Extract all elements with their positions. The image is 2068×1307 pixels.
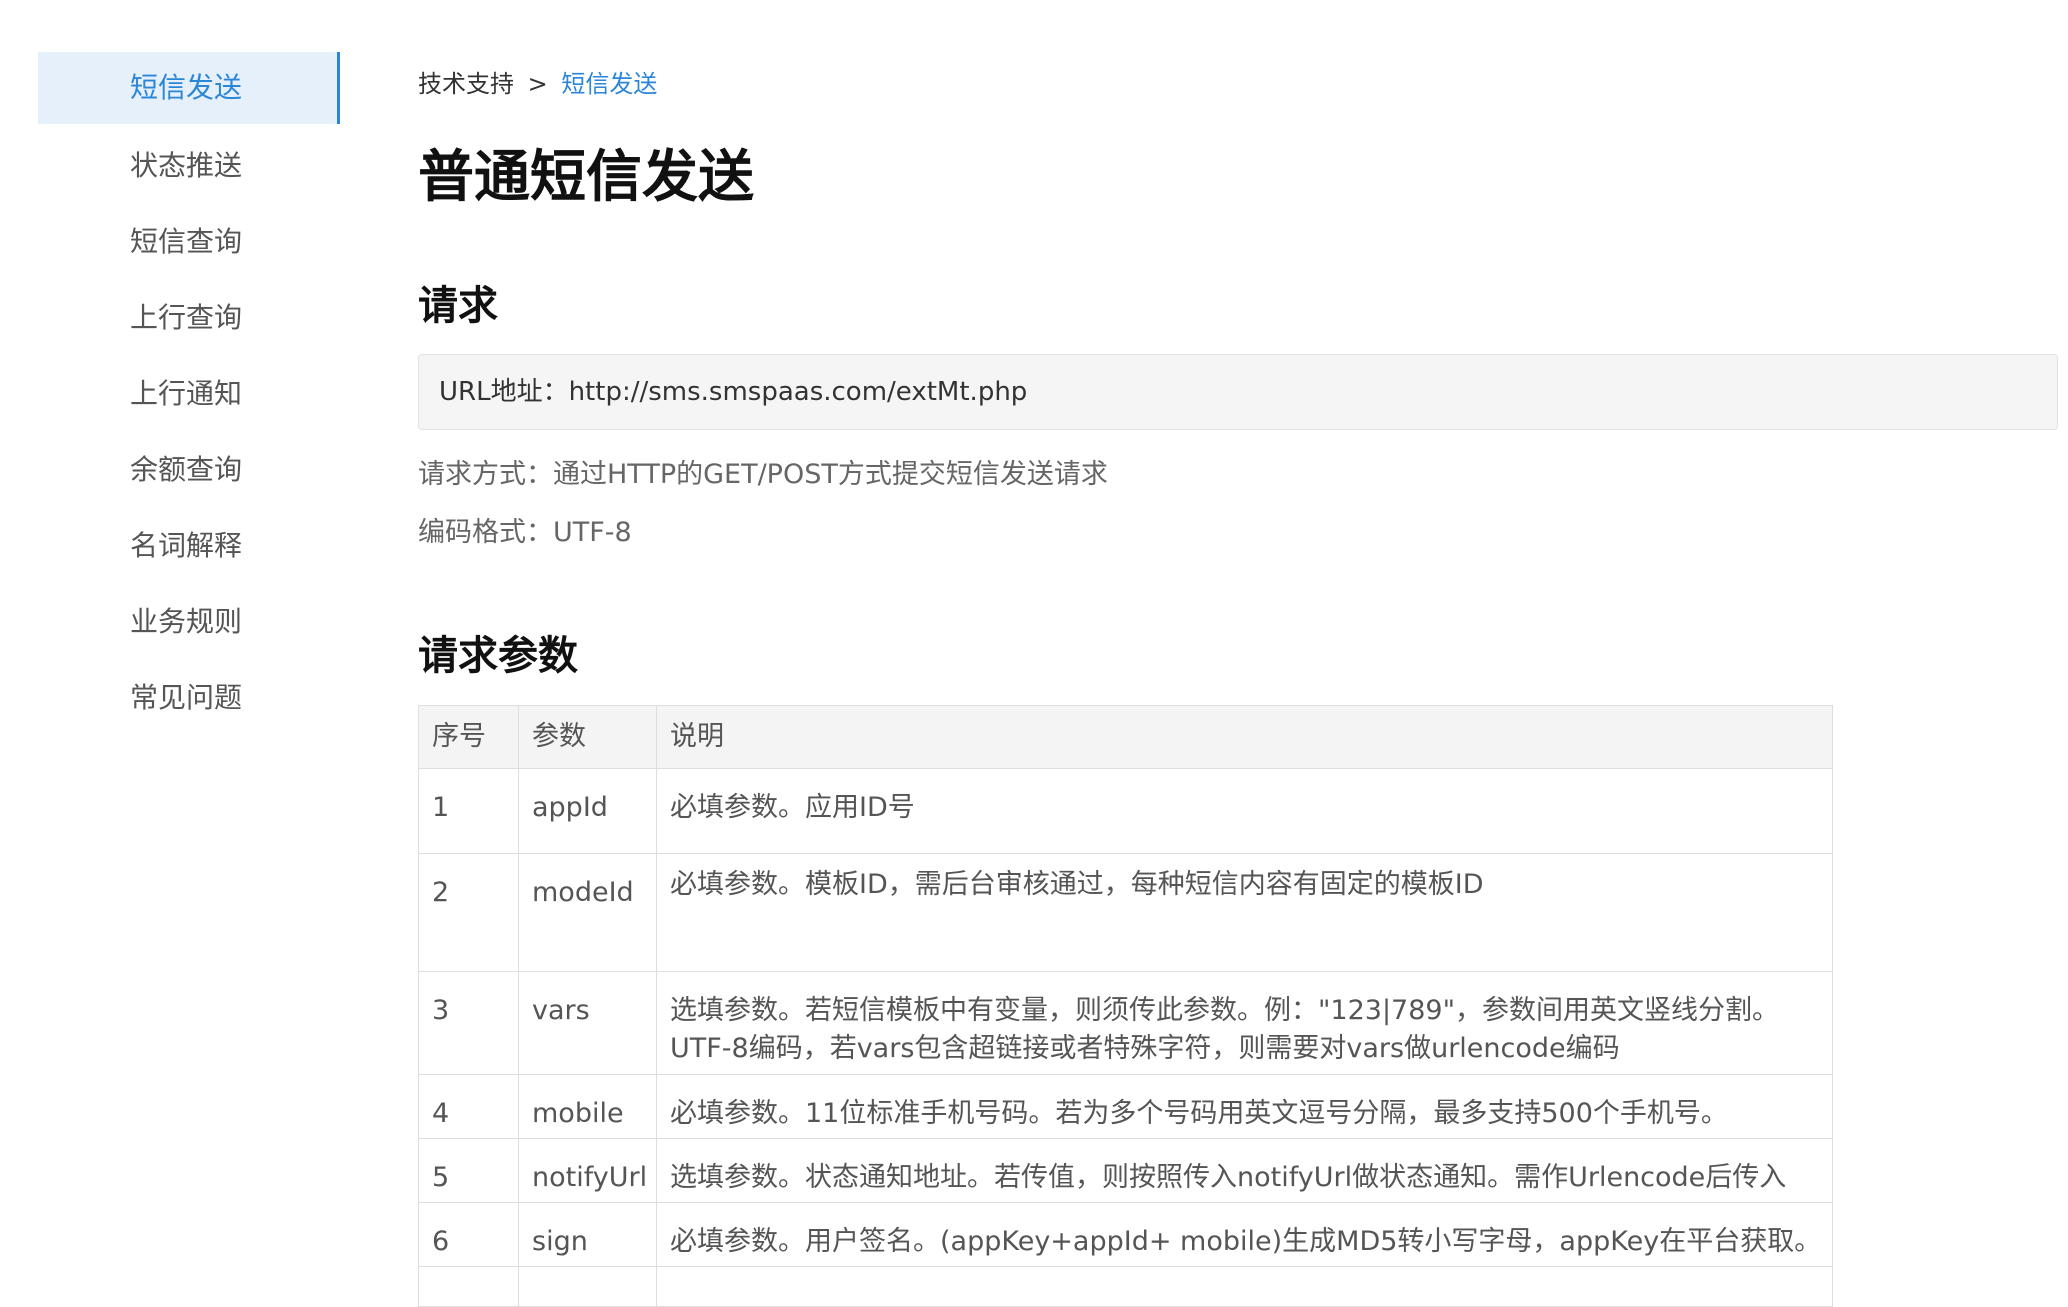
sidebar-item-business-rules[interactable]: 业务规则 — [38, 584, 340, 660]
param-name: appId — [518, 768, 657, 854]
params-table: 序号 参数 说明 1 appId 必填参数。应用ID号 2 modeId 必填参… — [418, 705, 1833, 1307]
breadcrumb: 技术支持 > 短信发送 — [418, 64, 657, 99]
page-title: 普通短信发送 — [418, 145, 754, 210]
table-row: 6 sign 必填参数。用户签名。(appKey+appId+ mobile)生… — [418, 1202, 1833, 1267]
param-description: 选填参数。若短信模板中有变量，则须传此参数。例："123|789"，参数间用英文… — [656, 971, 1833, 1075]
breadcrumb-parent-link[interactable]: 技术支持 — [418, 70, 514, 98]
table-row — [418, 1266, 1833, 1307]
table-header-row: 序号 参数 说明 — [418, 705, 1833, 769]
column-header-no: 序号 — [418, 705, 519, 769]
sidebar-item-sms-send[interactable]: 短信发送 — [38, 52, 340, 124]
column-header-desc: 说明 — [656, 705, 1833, 769]
table-row: 2 modeId 必填参数。模板ID，需后台审核通过，每种短信内容有固定的模板I… — [418, 853, 1833, 972]
request-heading: 请求 — [418, 283, 498, 329]
row-number — [418, 1266, 519, 1307]
row-number: 4 — [418, 1074, 519, 1139]
param-name: mobile — [518, 1074, 657, 1139]
param-description: 选填参数。状态通知地址。若传值，则按照传入notifyUrl做状态通知。需作Ur… — [656, 1138, 1833, 1203]
sidebar-item-glossary[interactable]: 名词解释 — [38, 508, 340, 584]
table-row: 4 mobile 必填参数。11位标准手机号码。若为多个号码用英文逗号分隔，最多… — [418, 1074, 1833, 1139]
row-number: 6 — [418, 1202, 519, 1267]
params-heading: 请求参数 — [418, 633, 578, 679]
param-description: 必填参数。模板ID，需后台审核通过，每种短信内容有固定的模板ID — [656, 853, 1833, 972]
table-row: 1 appId 必填参数。应用ID号 — [418, 768, 1833, 854]
param-name: sign — [518, 1202, 657, 1267]
param-description: 必填参数。11位标准手机号码。若为多个号码用英文逗号分隔，最多支持500个手机号… — [656, 1074, 1833, 1139]
table-row: 5 notifyUrl 选填参数。状态通知地址。若传值，则按照传入notifyU… — [418, 1138, 1833, 1203]
row-number: 5 — [418, 1138, 519, 1203]
breadcrumb-current[interactable]: 短信发送 — [561, 70, 657, 98]
row-number: 3 — [418, 971, 519, 1075]
param-name: modeId — [518, 853, 657, 972]
sidebar-item-balance-query[interactable]: 余额查询 — [38, 432, 340, 508]
column-header-param: 参数 — [518, 705, 657, 769]
sidebar-item-uplink-query[interactable]: 上行查询 — [38, 280, 340, 356]
request-method-text: 请求方式：通过HTTP的GET/POST方式提交短信发送请求 — [418, 459, 1108, 490]
param-name — [518, 1266, 657, 1307]
param-name: vars — [518, 971, 657, 1075]
row-number: 1 — [418, 768, 519, 854]
param-name: notifyUrl — [518, 1138, 657, 1203]
encoding-format-text: 编码格式：UTF-8 — [418, 517, 632, 548]
table-row: 3 vars 选填参数。若短信模板中有变量，则须传此参数。例："123|789"… — [418, 971, 1833, 1075]
row-number: 2 — [418, 853, 519, 972]
sidebar-item-faq[interactable]: 常见问题 — [38, 660, 340, 736]
sidebar-item-status-push[interactable]: 状态推送 — [38, 128, 340, 204]
param-description: 必填参数。应用ID号 — [656, 768, 1833, 854]
sidebar-item-sms-query[interactable]: 短信查询 — [38, 204, 340, 280]
request-url-box: URL地址：http://sms.smspaas.com/extMt.php — [418, 354, 2058, 430]
sidebar-item-uplink-notify[interactable]: 上行通知 — [38, 356, 340, 432]
sidebar-nav: 短信发送 状态推送 短信查询 上行查询 上行通知 余额查询 名词解释 业务规则 … — [38, 52, 340, 736]
breadcrumb-separator: > — [527, 70, 548, 98]
param-description — [656, 1266, 1833, 1307]
param-description: 必填参数。用户签名。(appKey+appId+ mobile)生成MD5转小写… — [656, 1202, 1833, 1267]
